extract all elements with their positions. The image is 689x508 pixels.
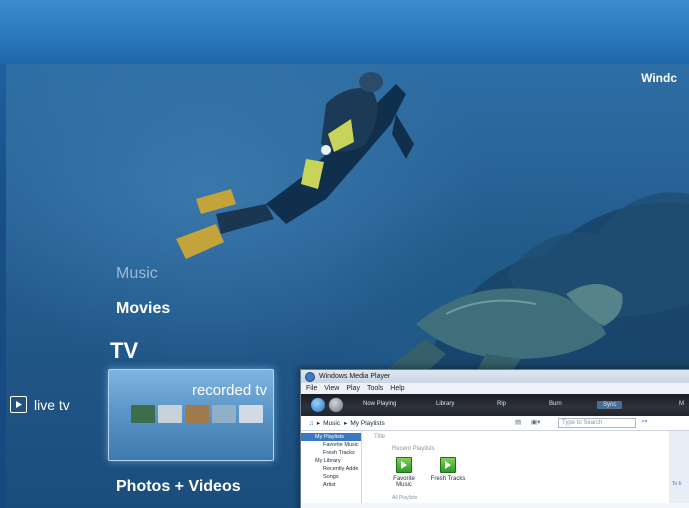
back-arrow-icon[interactable]: [310, 397, 326, 413]
tab-now-playing[interactable]: Now Playing: [363, 401, 396, 407]
menu-movies[interactable]: Movies: [116, 300, 170, 318]
top-background-band: [0, 0, 689, 64]
breadcrumb-my-playlists[interactable]: My Playlists: [350, 420, 384, 427]
tab-library[interactable]: Library: [436, 401, 454, 407]
tab-sync[interactable]: Sync: [597, 401, 623, 409]
wmp-tab-bar: Now Playing Library Rip Burn Sync M: [301, 394, 689, 416]
wmp-library-body: My Playlists Favorite Music Fresh Tracks…: [301, 431, 689, 503]
desktop-screenshot: Windc Music Movies TV live tv recorded t…: [0, 0, 689, 508]
search-input[interactable]: Type to Search: [558, 418, 636, 428]
breadcrumb-arrow-icon: ▸: [316, 420, 321, 427]
playlist-tile-favorite-music[interactable]: Favorite Music: [386, 457, 422, 488]
menu-view[interactable]: View: [324, 385, 339, 392]
wmp-menubar: File View Play Tools Help: [301, 383, 689, 394]
recorded-tv-tile[interactable]: recorded tv: [108, 369, 274, 461]
tree-item-artist[interactable]: Artist: [301, 481, 361, 489]
view-options-icon[interactable]: ▤: [515, 418, 521, 426]
play-icon: [10, 396, 27, 413]
breadcrumb-arrow-icon-2: ▸: [344, 420, 348, 427]
search-icon[interactable]: ⌕▾: [641, 418, 647, 426]
column-header-title[interactable]: Title: [374, 434, 385, 440]
menu-music[interactable]: Music: [116, 265, 158, 283]
wmp-content-pane: Title Recent Playlists Favorite Music Fr…: [362, 431, 669, 503]
tree-item-recently-added[interactable]: Recently Adde: [301, 465, 361, 473]
tree-item-fresh-tracks[interactable]: Fresh Tracks: [301, 449, 361, 457]
tab-rip[interactable]: Rip: [497, 401, 506, 407]
recorded-tv-label: recorded tv: [191, 382, 267, 399]
menu-help[interactable]: Help: [390, 385, 404, 392]
media-center-title: Windc: [641, 71, 677, 85]
playlist-play-icon: [396, 457, 412, 473]
breadcrumb-music[interactable]: Music: [323, 420, 340, 427]
menu-tools[interactable]: Tools: [367, 385, 383, 392]
playlist-tile-fresh-tracks[interactable]: Fresh Tracks: [430, 457, 466, 482]
tree-item-my-playlists[interactable]: My Playlists: [301, 433, 361, 441]
recorded-shows-thumbnails: [131, 405, 263, 423]
live-tv-label: live tv: [34, 396, 70, 413]
wmp-app-icon: [305, 371, 315, 382]
layout-options-icon[interactable]: ▣▾: [531, 418, 540, 426]
wmp-title: Windows Media Player: [319, 373, 391, 380]
tree-item-favorite-music[interactable]: Favorite Music: [301, 441, 361, 449]
windows-media-player-window[interactable]: Windows Media Player File View Play Tool…: [300, 369, 689, 508]
tree-item-songs[interactable]: Songs: [301, 473, 361, 481]
tree-item-my-library[interactable]: My Library: [301, 457, 361, 465]
playlist-label: Favorite Music: [393, 476, 415, 488]
tab-more[interactable]: M: [679, 401, 684, 407]
menu-photos-videos[interactable]: Photos + Videos: [116, 478, 241, 496]
forward-arrow-icon[interactable]: [328, 397, 344, 413]
live-tv-item[interactable]: live tv: [10, 396, 70, 413]
menu-tv[interactable]: TV: [110, 338, 138, 364]
wmp-breadcrumb-bar: ♫ ▸ Music ▸ My Playlists ▤ ▣▾ Type to Se…: [301, 416, 689, 431]
wmp-titlebar[interactable]: Windows Media Player: [301, 370, 689, 383]
all-playlists-header: All Playlists: [392, 495, 418, 501]
playlist-play-icon-2: [440, 457, 456, 473]
menu-file[interactable]: File: [306, 385, 317, 392]
tab-burn[interactable]: Burn: [549, 401, 562, 407]
music-note-icon: ♫: [309, 419, 314, 427]
menu-play[interactable]: Play: [346, 385, 360, 392]
playlist-label-2: Fresh Tracks: [430, 476, 466, 482]
wmp-sync-pane: To b: [669, 431, 689, 503]
sync-pane-hint: To b: [672, 481, 682, 487]
recent-playlists-header: Recent Playlists: [392, 446, 435, 452]
wmp-navigation-tree: My Playlists Favorite Music Fresh Tracks…: [301, 431, 362, 503]
